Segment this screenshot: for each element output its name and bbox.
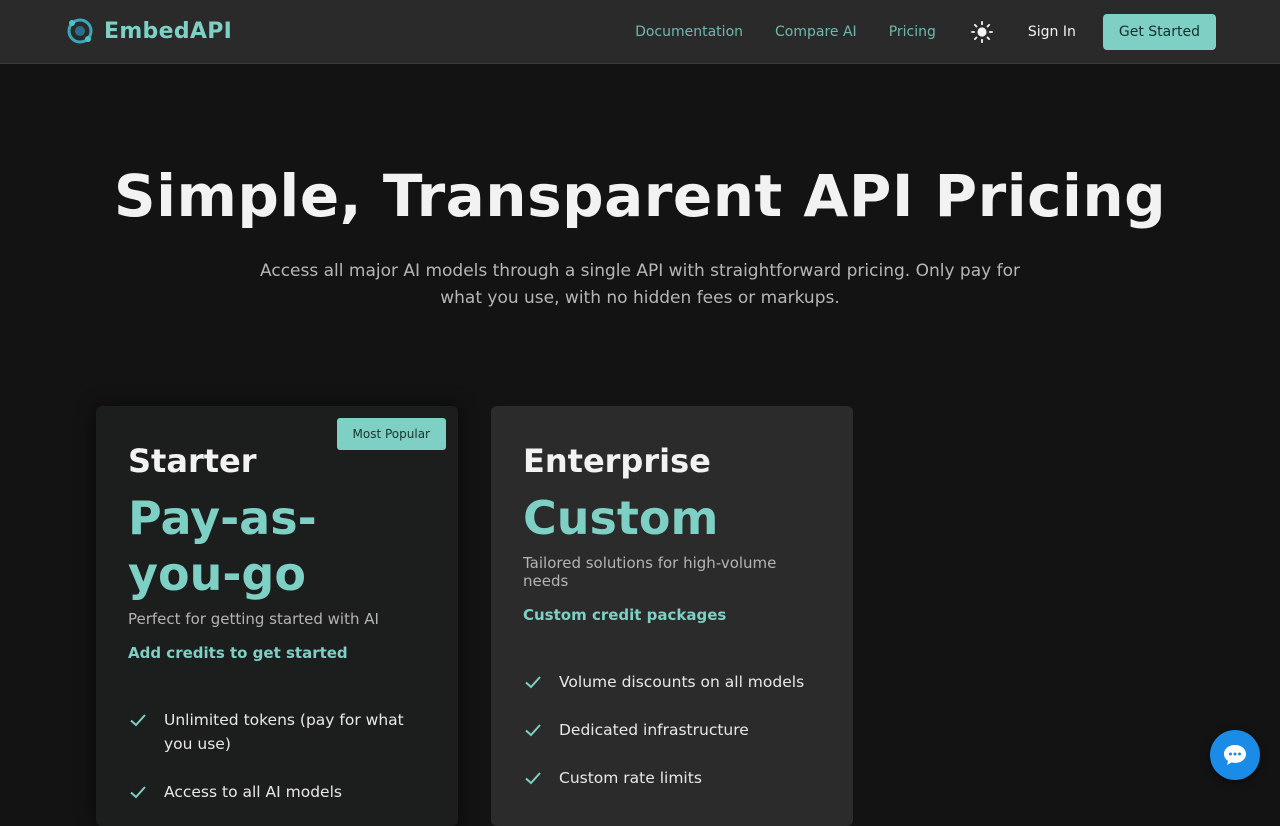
page-subtitle: Access all major AI models through a sin… xyxy=(260,261,1020,308)
plan-note: Add credits to get started xyxy=(128,644,348,662)
feature-item: Access to all AI models xyxy=(128,780,426,804)
feature-item: Custom rate limits xyxy=(523,766,821,790)
feature-text: Access to all AI models xyxy=(164,783,342,801)
feature-item: Dedicated infrastructure xyxy=(523,718,821,742)
plan-description: Tailored solutions for high-volume needs xyxy=(523,554,777,590)
check-icon xyxy=(525,724,541,737)
nav-link-documentation[interactable]: Documentation xyxy=(635,24,743,40)
plan-card-starter: Most Popular Starter Pay-as-you-go Perfe… xyxy=(96,406,458,826)
plan-note: Custom credit packages xyxy=(523,606,727,624)
feature-text: Custom rate limits xyxy=(559,769,702,787)
page-title: Simple, Transparent API Pricing xyxy=(113,162,1167,230)
sun-icon xyxy=(970,21,993,43)
nav-link-pricing[interactable]: Pricing xyxy=(889,24,936,40)
feature-item: Volume discounts on all models xyxy=(523,670,821,694)
plan-description: Perfect for getting started with AI xyxy=(128,610,379,628)
top-nav: EmbedAPI Documentation Compare AI Pricin… xyxy=(0,0,1280,64)
logo-icon xyxy=(67,18,93,44)
feature-text: Dedicated infrastructure xyxy=(559,721,749,739)
sign-in-link[interactable]: Sign In xyxy=(1028,24,1076,40)
check-icon xyxy=(525,676,541,689)
theme-toggle-button[interactable] xyxy=(970,20,994,44)
chat-bubble-icon xyxy=(1224,745,1246,765)
chat-widget-button[interactable] xyxy=(1210,730,1260,780)
feature-text: Unlimited tokens (pay for what you use) xyxy=(164,711,404,753)
plan-price: Pay-as-you-go xyxy=(128,491,317,601)
check-icon xyxy=(130,714,146,727)
get-started-button[interactable]: Get Started xyxy=(1102,14,1216,50)
brand-name: EmbedAPI xyxy=(104,18,233,44)
brand-logo[interactable]: EmbedAPI xyxy=(66,17,232,45)
plan-price: Custom xyxy=(523,491,719,545)
feature-item: Unlimited tokens (pay for what you use) xyxy=(128,708,426,756)
check-icon xyxy=(130,786,146,799)
nav-link-compare-ai[interactable]: Compare AI xyxy=(775,24,857,40)
plan-name: Enterprise xyxy=(523,442,711,480)
feature-list: Unlimited tokens (pay for what you use) … xyxy=(128,708,426,804)
check-icon xyxy=(525,772,541,785)
plan-card-enterprise: Enterprise Custom Tailored solutions for… xyxy=(491,406,853,826)
feature-list: Volume discounts on all models Dedicated… xyxy=(523,670,821,790)
most-popular-badge: Most Popular xyxy=(336,418,446,450)
nav-links: Documentation Compare AI Pricing Sign In… xyxy=(635,14,1216,50)
feature-text: Volume discounts on all models xyxy=(559,673,805,691)
